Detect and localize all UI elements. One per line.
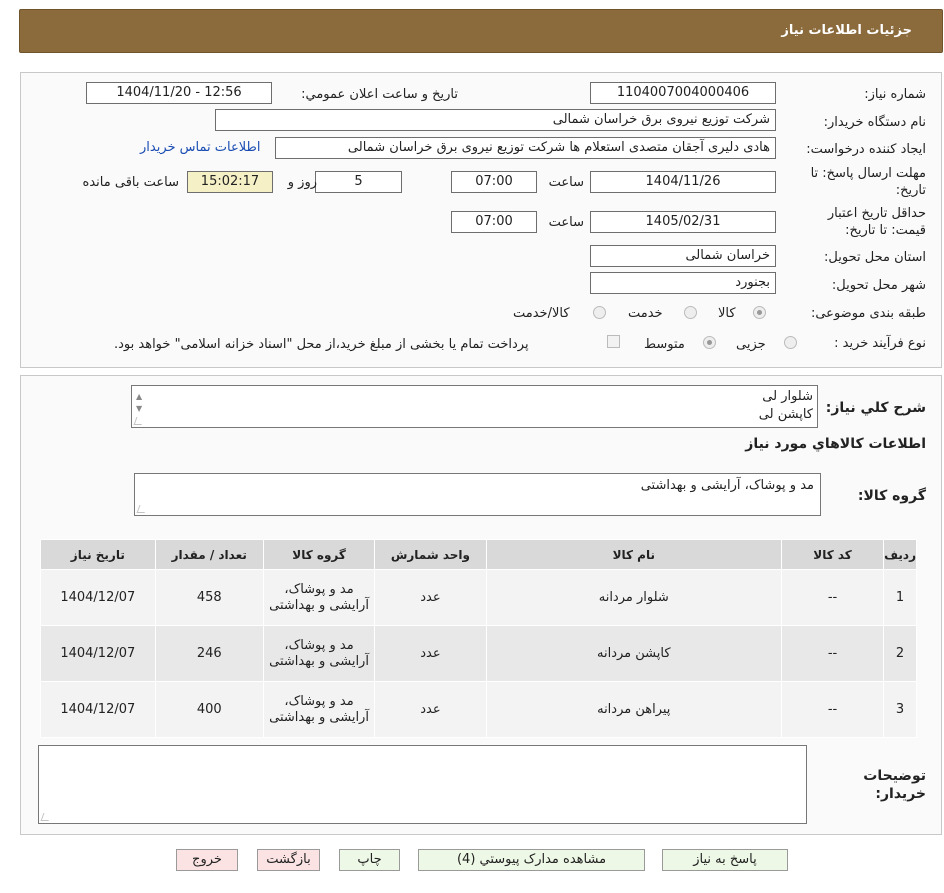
scroll-down-icon[interactable]: ▼ [136, 400, 142, 418]
validity-label-line2: قیمت: تا تاریخ: [845, 223, 926, 238]
buyer-contact-link[interactable]: اطلاعات تماس خریدار [140, 140, 260, 155]
cell-qty: 246 [154, 625, 264, 682]
col-group: گروه کالا [262, 539, 376, 570]
buyer-notes-textarea[interactable] [38, 745, 807, 824]
category-option-goods: کالا [718, 306, 736, 321]
goods-group-textarea[interactable]: مد و پوشاک، آرایشی و بهداشتی [134, 473, 821, 516]
cell-code: -- [780, 569, 885, 626]
buyer-notes-label-line1: توضیحات [863, 768, 926, 784]
announce-field: 1404/11/20 - 12:56 [86, 82, 272, 104]
col-unit: واحد شمارش [374, 539, 487, 570]
cell-date: 1404/12/07 [40, 625, 156, 682]
table-row: 1 -- شلوار مردانه عدد مد و پوشاک، آرایشی… [40, 569, 917, 626]
view-attachments-button[interactable]: مشاهده مدارک پیوستي (4) [418, 849, 645, 871]
validity-date-field: 1405/02/31 [590, 211, 776, 233]
process-radio-medium[interactable] [703, 336, 716, 349]
summary-line-2: کاپشن لی [758, 407, 813, 422]
print-button[interactable]: چاپ [339, 849, 400, 871]
buyer-org-field: شرکت توزیع نیروی برق خراسان شمالی [215, 109, 776, 131]
exit-button[interactable]: خروج [176, 849, 238, 871]
deadline-label-line1: مهلت ارسال پاسخ: تا [810, 166, 926, 181]
creator-field: هادی دلیری آجقان متصدی استعلام ها شرکت ت… [275, 137, 776, 159]
goods-group-label: گروه کالا: [857, 488, 926, 504]
deadline-time-label: ساعت [548, 175, 584, 190]
cell-name: کاپشن مردانه [485, 625, 782, 682]
validity-time-field: 07:00 [451, 211, 537, 233]
category-radio-goods-service[interactable] [593, 306, 606, 319]
category-label: طبقه بندی موضوعی: [810, 306, 926, 321]
col-qty: تعداد / مقدار [154, 539, 264, 570]
remaining-label: ساعت باقی مانده [82, 175, 179, 190]
cell-row: 3 [883, 681, 917, 738]
cell-unit: عدد [374, 681, 487, 738]
col-code: کد کالا [780, 539, 885, 570]
process-option-medium: متوسط [644, 337, 685, 352]
resize-handle-icon[interactable] [40, 813, 52, 821]
province-field: خراسان شمالی [590, 245, 776, 267]
deadline-time-field: 07:00 [451, 171, 537, 193]
items-table: ردیف کد کالا نام کالا واحد شمارش گروه کا… [40, 539, 917, 738]
category-option-goods-service: کالا/خدمت [513, 306, 570, 321]
col-date: تاریخ نیاز [40, 539, 156, 570]
cell-group: مد و پوشاک، آرایشی و بهداشتی [262, 681, 376, 738]
page-header: جزئیات اطلاعات نیاز [19, 9, 943, 53]
cell-row: 2 [883, 625, 917, 682]
col-row: ردیف [883, 539, 917, 570]
cell-code: -- [780, 681, 885, 738]
buyer-notes-label-line2: خریدار: [875, 786, 926, 802]
announce-label: تاریخ و ساعت اعلان عمومي: [301, 87, 458, 102]
summary-textarea[interactable]: شلوار لی کاپشن لی ▲ ▼ [131, 385, 818, 428]
deadline-date-field: 1404/11/26 [590, 171, 776, 193]
creator-label: ایجاد کننده درخواست: [806, 142, 926, 157]
province-label: استان محل تحویل: [824, 250, 926, 265]
treasury-payment-note: پرداخت تمام یا بخشی از مبلغ خرید،از محل … [114, 337, 529, 352]
days-remaining-field: 5 [315, 171, 402, 193]
deadline-label-line2: تاریخ: [895, 183, 926, 198]
days-label: روز و [287, 175, 317, 190]
process-label: نوع فرآیند خرید : [834, 336, 926, 351]
city-field: بجنورد [590, 272, 776, 294]
category-radio-service[interactable] [684, 306, 697, 319]
cell-group: مد و پوشاک، آرایشی و بهداشتی [262, 569, 376, 626]
remaining-time-field: 15:02:17 [187, 171, 273, 193]
items-table-header: ردیف کد کالا نام کالا واحد شمارش گروه کا… [40, 539, 917, 570]
validity-time-label: ساعت [548, 215, 584, 230]
category-option-service: خدمت [628, 306, 663, 321]
goods-group-value: مد و پوشاک، آرایشی و بهداشتی [640, 478, 814, 493]
need-number-label: شماره نیاز: [864, 87, 926, 102]
cell-date: 1404/12/07 [40, 681, 156, 738]
summary-line-1: شلوار لی [762, 389, 813, 404]
reply-button[interactable]: پاسخ به نیاز [662, 849, 788, 871]
validity-label-line1: حداقل تاریخ اعتبار [827, 206, 926, 221]
cell-name: پیراهن مردانه [485, 681, 782, 738]
cell-unit: عدد [374, 569, 487, 626]
cell-code: -- [780, 625, 885, 682]
treasury-payment-checkbox[interactable] [607, 335, 620, 348]
table-row: 3 -- پیراهن مردانه عدد مد و پوشاک، آرایش… [40, 681, 917, 738]
cell-qty: 400 [154, 681, 264, 738]
page-title: جزئیات اطلاعات نیاز [781, 23, 912, 38]
need-number-field: 1104007004000406 [590, 82, 776, 104]
cell-date: 1404/12/07 [40, 569, 156, 626]
buyer-org-label: نام دستگاه خریدار: [823, 115, 926, 130]
cell-name: شلوار مردانه [485, 569, 782, 626]
city-label: شهر محل تحویل: [831, 278, 926, 293]
category-radio-goods[interactable] [753, 306, 766, 319]
table-row: 2 -- کاپشن مردانه عدد مد و پوشاک، آرایشی… [40, 625, 917, 682]
cell-unit: عدد [374, 625, 487, 682]
process-option-minor: جزیی [736, 337, 766, 352]
cell-qty: 458 [154, 569, 264, 626]
summary-label: شرح کلي نیاز: [825, 400, 926, 416]
resize-handle-icon[interactable] [136, 505, 148, 513]
cell-group: مد و پوشاک، آرایشی و بهداشتی [262, 625, 376, 682]
process-radio-minor[interactable] [784, 336, 797, 349]
col-name: نام کالا [485, 539, 782, 570]
back-button[interactable]: بازگشت [257, 849, 320, 871]
cell-row: 1 [883, 569, 917, 626]
goods-section-title: اطلاعات کالاهاي مورد نیاز [745, 436, 926, 452]
